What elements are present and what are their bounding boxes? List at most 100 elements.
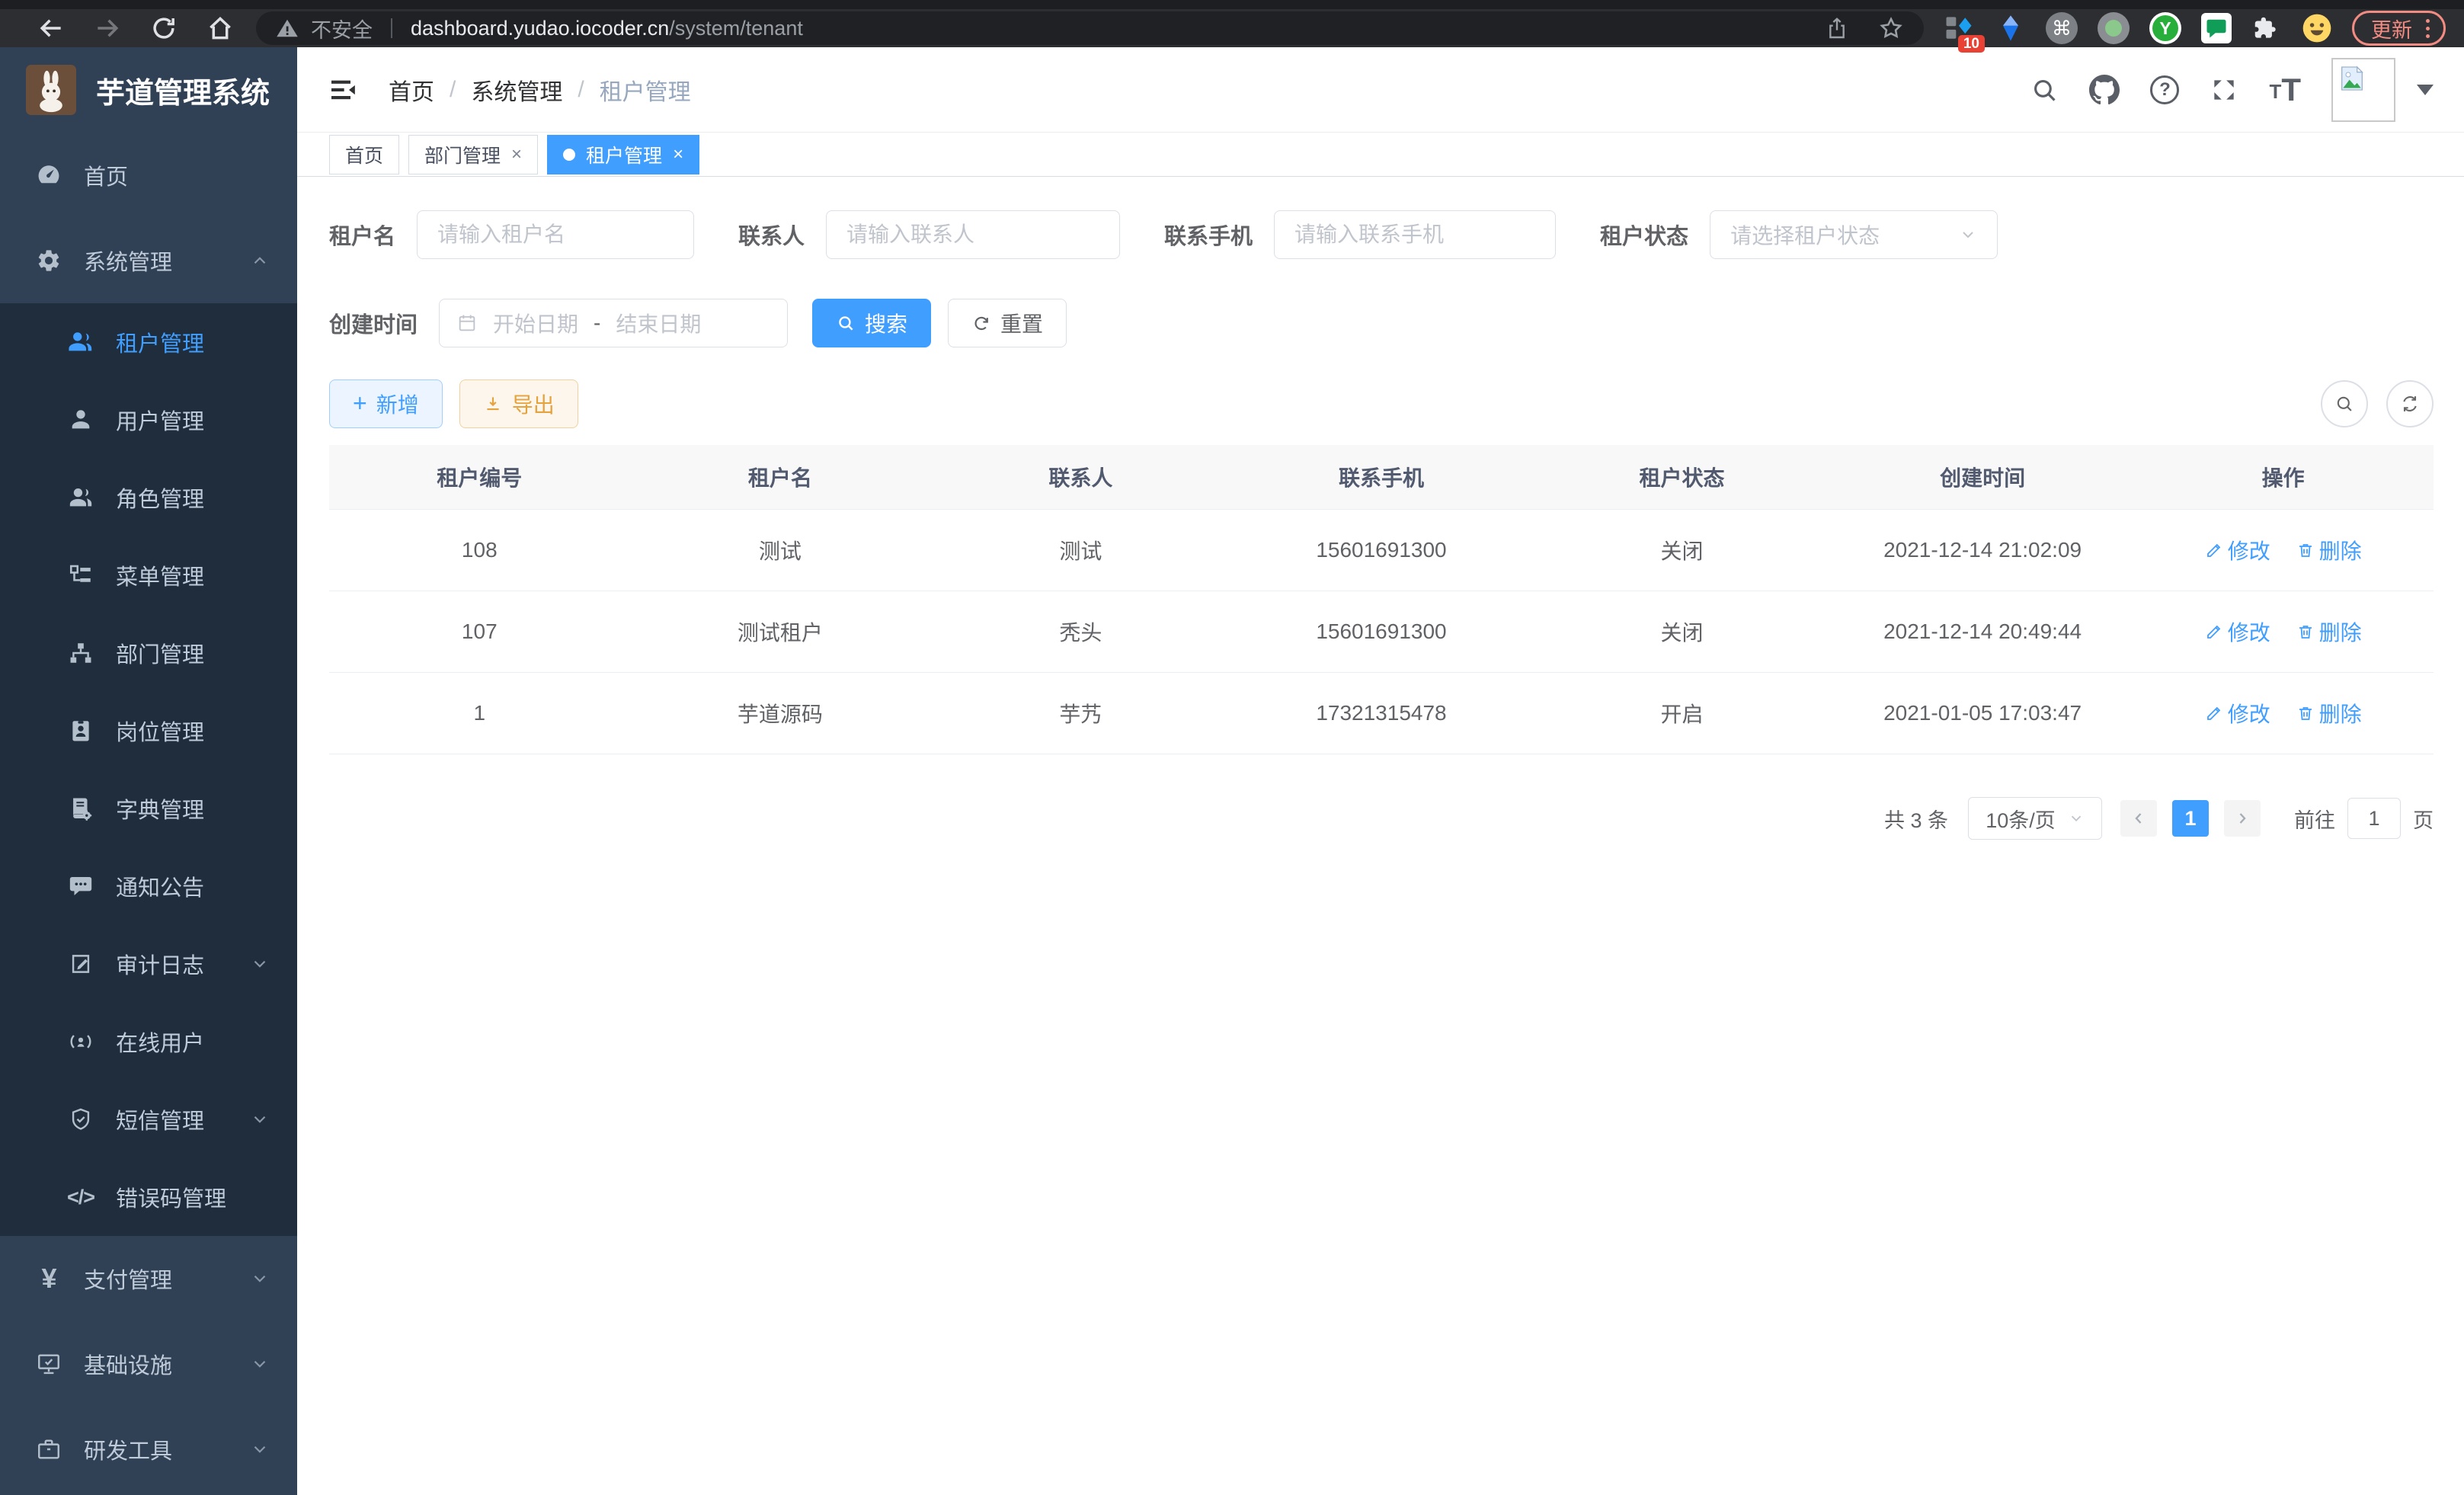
extension-command-icon[interactable]: ⌘ (2046, 12, 2078, 44)
edit-label: 修改 (2228, 535, 2270, 565)
help-icon[interactable]: ? (2150, 75, 2179, 104)
sidebar-item-home[interactable]: 首页 (0, 133, 297, 218)
avatar[interactable] (2331, 58, 2395, 122)
browser-update-button[interactable]: 更新 (2352, 11, 2446, 46)
sidebar-item-error-code[interactable]: </> 错误码管理 (0, 1158, 297, 1236)
avatar-caret-icon[interactable] (2417, 85, 2434, 95)
browser-menu-icon[interactable] (2423, 16, 2433, 41)
search-label: 搜索 (865, 308, 907, 338)
active-tag-dot (563, 149, 575, 161)
sidebar-toggle-icon[interactable] (328, 75, 358, 105)
tag-home[interactable]: 首页 (329, 135, 399, 174)
goto-page-input[interactable] (2347, 798, 2401, 839)
sidebar-item-menu[interactable]: 菜单管理 (0, 536, 297, 614)
sidebar-item-sms[interactable]: 短信管理 (0, 1080, 297, 1158)
cell-id: 107 (329, 591, 630, 673)
browser-forward-icon[interactable] (93, 14, 122, 43)
page-size-select[interactable]: 10条/页 (1968, 797, 2102, 840)
reset-button[interactable]: 重置 (948, 299, 1067, 347)
contact-input[interactable] (826, 210, 1120, 259)
url-text[interactable]: dashboard.yudao.iocoder.cn/system/tenant (411, 17, 803, 40)
address-bar[interactable]: 不安全 dashboard.yudao.iocoder.cn/system/te… (256, 11, 1924, 45)
chevron-down-icon (250, 1269, 270, 1289)
sidebar-item-role[interactable]: 角色管理 (0, 459, 297, 536)
sidebar-item-online-users[interactable]: 在线用户 (0, 1003, 297, 1080)
date-range-picker[interactable]: 开始日期 - 结束日期 (439, 299, 788, 347)
extensions-puzzle-icon[interactable] (2251, 14, 2280, 43)
extension-green-dot-icon[interactable] (2098, 12, 2130, 44)
extension-y-icon[interactable]: Y (2149, 12, 2181, 44)
app-logo-row[interactable]: 芋道管理系统 (0, 47, 297, 133)
fullscreen-icon[interactable] (2210, 75, 2238, 104)
edit-link[interactable]: 修改 (2205, 535, 2270, 565)
url-path: /system/tenant (669, 17, 803, 40)
profile-emoji-icon[interactable] (2300, 11, 2334, 45)
browser-back-icon[interactable] (37, 14, 66, 43)
chevron-down-icon (2068, 810, 2085, 827)
phone-input[interactable] (1274, 210, 1556, 259)
status-select[interactable]: 请选择租户状态 (1710, 210, 1998, 259)
breadcrumb-separator: / (578, 77, 584, 103)
delete-link[interactable]: 删除 (2296, 698, 2362, 728)
sidebar-item-system[interactable]: 系统管理 (0, 218, 297, 303)
sidebar-item-dev-tools[interactable]: 研发工具 (0, 1407, 297, 1492)
sidebar-item-label: 短信管理 (116, 1103, 204, 1135)
extension-badge: 10 (1958, 35, 1985, 53)
breadcrumb-system[interactable]: 系统管理 (471, 73, 562, 107)
sidebar-item-label: 菜单管理 (116, 559, 204, 591)
omnibox-divider (391, 18, 392, 38)
toggle-search-button[interactable] (2321, 380, 2368, 427)
font-size-icon[interactable]: TT (2269, 75, 2301, 104)
tenant-name-input[interactable] (417, 210, 694, 259)
next-page-button[interactable] (2224, 800, 2261, 837)
bookmark-star-icon[interactable] (1878, 15, 1904, 41)
sidebar-item-notice[interactable]: 通知公告 (0, 847, 297, 925)
edit-link[interactable]: 修改 (2205, 698, 2270, 728)
delete-link[interactable]: 删除 (2296, 616, 2362, 647)
tenant-users-icon (67, 329, 94, 355)
browser-titlebar (0, 0, 2464, 9)
sidebar-item-label: 错误码管理 (116, 1181, 226, 1213)
tag-dept[interactable]: 部门管理 × (408, 135, 538, 174)
header-search-icon[interactable] (2030, 75, 2059, 104)
delete-link[interactable]: 删除 (2296, 535, 2362, 565)
edit-icon (2205, 541, 2223, 559)
extension-tabs-icon[interactable]: 10 (1942, 11, 1976, 45)
audit-log-icon (67, 951, 94, 977)
tag-tenant-active[interactable]: 租户管理 × (547, 135, 699, 174)
browser-reload-icon[interactable] (149, 14, 178, 43)
extension-kite-icon[interactable] (1995, 13, 2026, 43)
browser-home-icon[interactable] (206, 14, 235, 43)
export-button[interactable]: 导出 (459, 379, 578, 428)
sidebar-item-dict[interactable]: 字典管理 (0, 770, 297, 847)
breadcrumb-home[interactable]: 首页 (389, 73, 434, 107)
share-icon[interactable] (1825, 16, 1849, 40)
code-icon: </> (67, 1186, 94, 1209)
search-icon (836, 313, 856, 333)
close-icon[interactable]: × (511, 144, 522, 165)
tag-label: 部门管理 (424, 141, 501, 168)
refresh-table-button[interactable] (2386, 380, 2434, 427)
sidebar-item-label: 研发工具 (84, 1433, 172, 1465)
extension-chat-icon[interactable] (2201, 13, 2232, 43)
sidebar-item-tenant[interactable]: 租户管理 (0, 303, 297, 381)
chat-bubble-icon (67, 873, 94, 899)
close-icon[interactable]: × (673, 144, 683, 165)
gear-icon (35, 248, 62, 274)
add-button[interactable]: + 新增 (329, 379, 443, 428)
edit-link[interactable]: 修改 (2205, 616, 2270, 647)
table-row: 1 芋道源码 芋艿 17321315478 开启 2021-01-05 17:0… (329, 673, 2434, 754)
sidebar-item-audit-log[interactable]: 审计日志 (0, 925, 297, 1003)
sidebar-item-infra[interactable]: 基础设施 (0, 1321, 297, 1407)
sidebar-item-dept[interactable]: 部门管理 (0, 614, 297, 692)
prev-page-button[interactable] (2120, 800, 2157, 837)
cell-status: 开启 (1531, 673, 1832, 754)
page-number-active[interactable]: 1 (2172, 800, 2209, 837)
sidebar-item-post[interactable]: 岗位管理 (0, 692, 297, 770)
sidebar-item-pay[interactable]: ¥ 支付管理 (0, 1236, 297, 1321)
github-icon[interactable] (2089, 75, 2120, 105)
sidebar-item-user[interactable]: 用户管理 (0, 381, 297, 459)
sidebar-item-label: 通知公告 (116, 870, 204, 902)
security-label[interactable]: 不安全 (311, 14, 373, 43)
search-button[interactable]: 搜索 (812, 299, 931, 347)
